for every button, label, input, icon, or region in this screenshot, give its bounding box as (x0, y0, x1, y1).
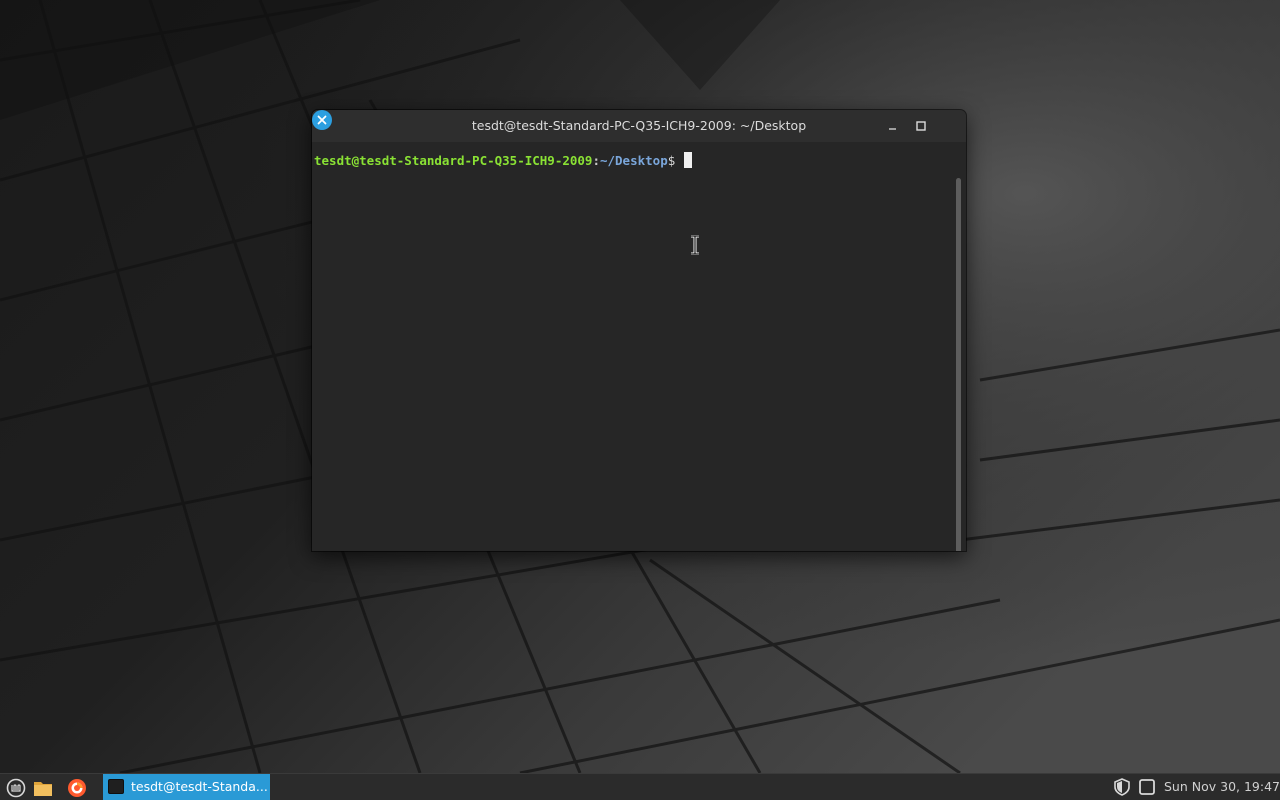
maximize-icon (916, 121, 926, 131)
maximize-button[interactable] (912, 117, 930, 135)
minimize-button[interactable] (884, 117, 902, 135)
taskbar: tesdt@tesdt-Standa... Sun Nov 30, 19:47 (0, 773, 1280, 800)
desktop: tesdt@tesdt-Standard-PC-Q35-ICH9-2009: ~… (0, 0, 1280, 800)
prompt-symbol: $ (667, 153, 683, 168)
text-cursor (683, 152, 692, 168)
shield-icon[interactable] (1112, 777, 1132, 797)
firefox-icon[interactable] (66, 777, 88, 799)
terminal-output[interactable]: tesdt@tesdt-Standard-PC-Q35-ICH9-2009:~/… (312, 142, 966, 551)
ibeam-cursor-icon (691, 235, 699, 255)
terminal-icon (108, 779, 124, 794)
prompt-user-host: tesdt@tesdt-Standard-PC-Q35-ICH9-2009 (314, 153, 593, 168)
taskbar-item-terminal[interactable]: tesdt@tesdt-Standa... (103, 774, 270, 800)
prompt-line: tesdt@tesdt-Standard-PC-Q35-ICH9-2009:~/… (314, 152, 692, 169)
folder-icon[interactable] (32, 777, 54, 799)
prompt-separator: : (592, 153, 600, 168)
window-icon[interactable] (1138, 778, 1156, 796)
taskbar-item-label: tesdt@tesdt-Standa... (131, 779, 268, 794)
clock[interactable]: Sun Nov 30, 19:47 (1164, 774, 1280, 800)
window-title: tesdt@tesdt-Standard-PC-Q35-ICH9-2009: ~… (471, 118, 807, 133)
window-titlebar[interactable]: tesdt@tesdt-Standard-PC-Q35-ICH9-2009: ~… (312, 110, 966, 142)
linux-mint-menu-icon[interactable] (5, 777, 27, 799)
prompt-path: ~/Desktop (599, 153, 668, 168)
scrollbar[interactable] (956, 178, 961, 551)
terminal-window[interactable]: tesdt@tesdt-Standard-PC-Q35-ICH9-2009: ~… (312, 110, 966, 551)
